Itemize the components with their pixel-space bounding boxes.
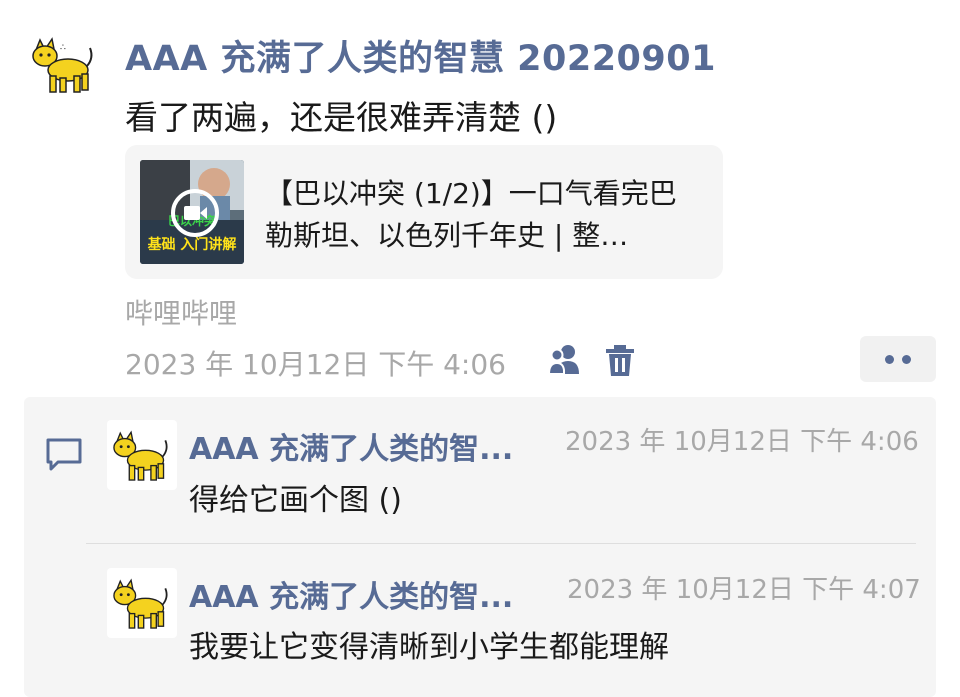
comment-divider <box>86 543 916 544</box>
link-card-title-line2: 勒斯坦、以色列千年史 | 整… <box>265 219 629 252</box>
cat-avatar-icon <box>113 430 168 481</box>
comment-author-name[interactable]: AAA 充满了人类的智... <box>189 572 513 616</box>
post-text: 看了两遍，还是很难弄清楚 () <box>125 98 558 137</box>
comment-text[interactable]: 我要让它变得清晰到小学生都能理解 <box>189 622 669 666</box>
author-avatar[interactable]: ∴ <box>30 36 96 96</box>
link-card[interactable]: 巴以冲突 基础 入门讲解 【巴以冲突 (1/2)】一口气看完巴 勒斯坦、以色列千… <box>125 145 723 279</box>
post-timestamp: 2023 年 10月12日 下午 4:06 <box>125 348 506 381</box>
video-thumbnail: 巴以冲突 基础 入门讲解 <box>140 160 244 264</box>
comment-timestamp: 2023 年 10月12日 下午 4:07 <box>567 575 921 605</box>
comment-avatar[interactable] <box>107 568 177 638</box>
cat-avatar-icon: ∴ <box>32 37 93 93</box>
comment-bubble-icon <box>44 434 84 474</box>
more-options-button[interactable] <box>860 336 936 382</box>
post-author-name[interactable]: AAA 充满了人类的智慧 20220901 <box>125 30 716 81</box>
video-play-icon <box>171 189 219 237</box>
trash-icon[interactable] <box>602 342 638 378</box>
comment-avatar[interactable] <box>107 420 177 490</box>
link-card-title: 【巴以冲突 (1/2)】一口气看完巴 勒斯坦、以色列千年史 | 整… <box>265 173 705 257</box>
comment-author-name[interactable]: AAA 充满了人类的智... <box>189 424 513 468</box>
visibility-friends-icon[interactable] <box>547 342 583 378</box>
svg-text:∴: ∴ <box>60 43 66 53</box>
comment-timestamp: 2023 年 10月12日 下午 4:06 <box>565 427 919 457</box>
cat-avatar-icon <box>113 578 168 629</box>
link-card-title-line1: 【巴以冲突 (1/2)】一口气看完巴 <box>265 177 677 210</box>
comment-text[interactable]: 得给它画个图 () <box>189 475 402 519</box>
source-label[interactable]: 哔哩哔哩 <box>125 292 237 332</box>
thumbnail-caption-bottom: 基础 入门讲解 <box>147 237 237 253</box>
